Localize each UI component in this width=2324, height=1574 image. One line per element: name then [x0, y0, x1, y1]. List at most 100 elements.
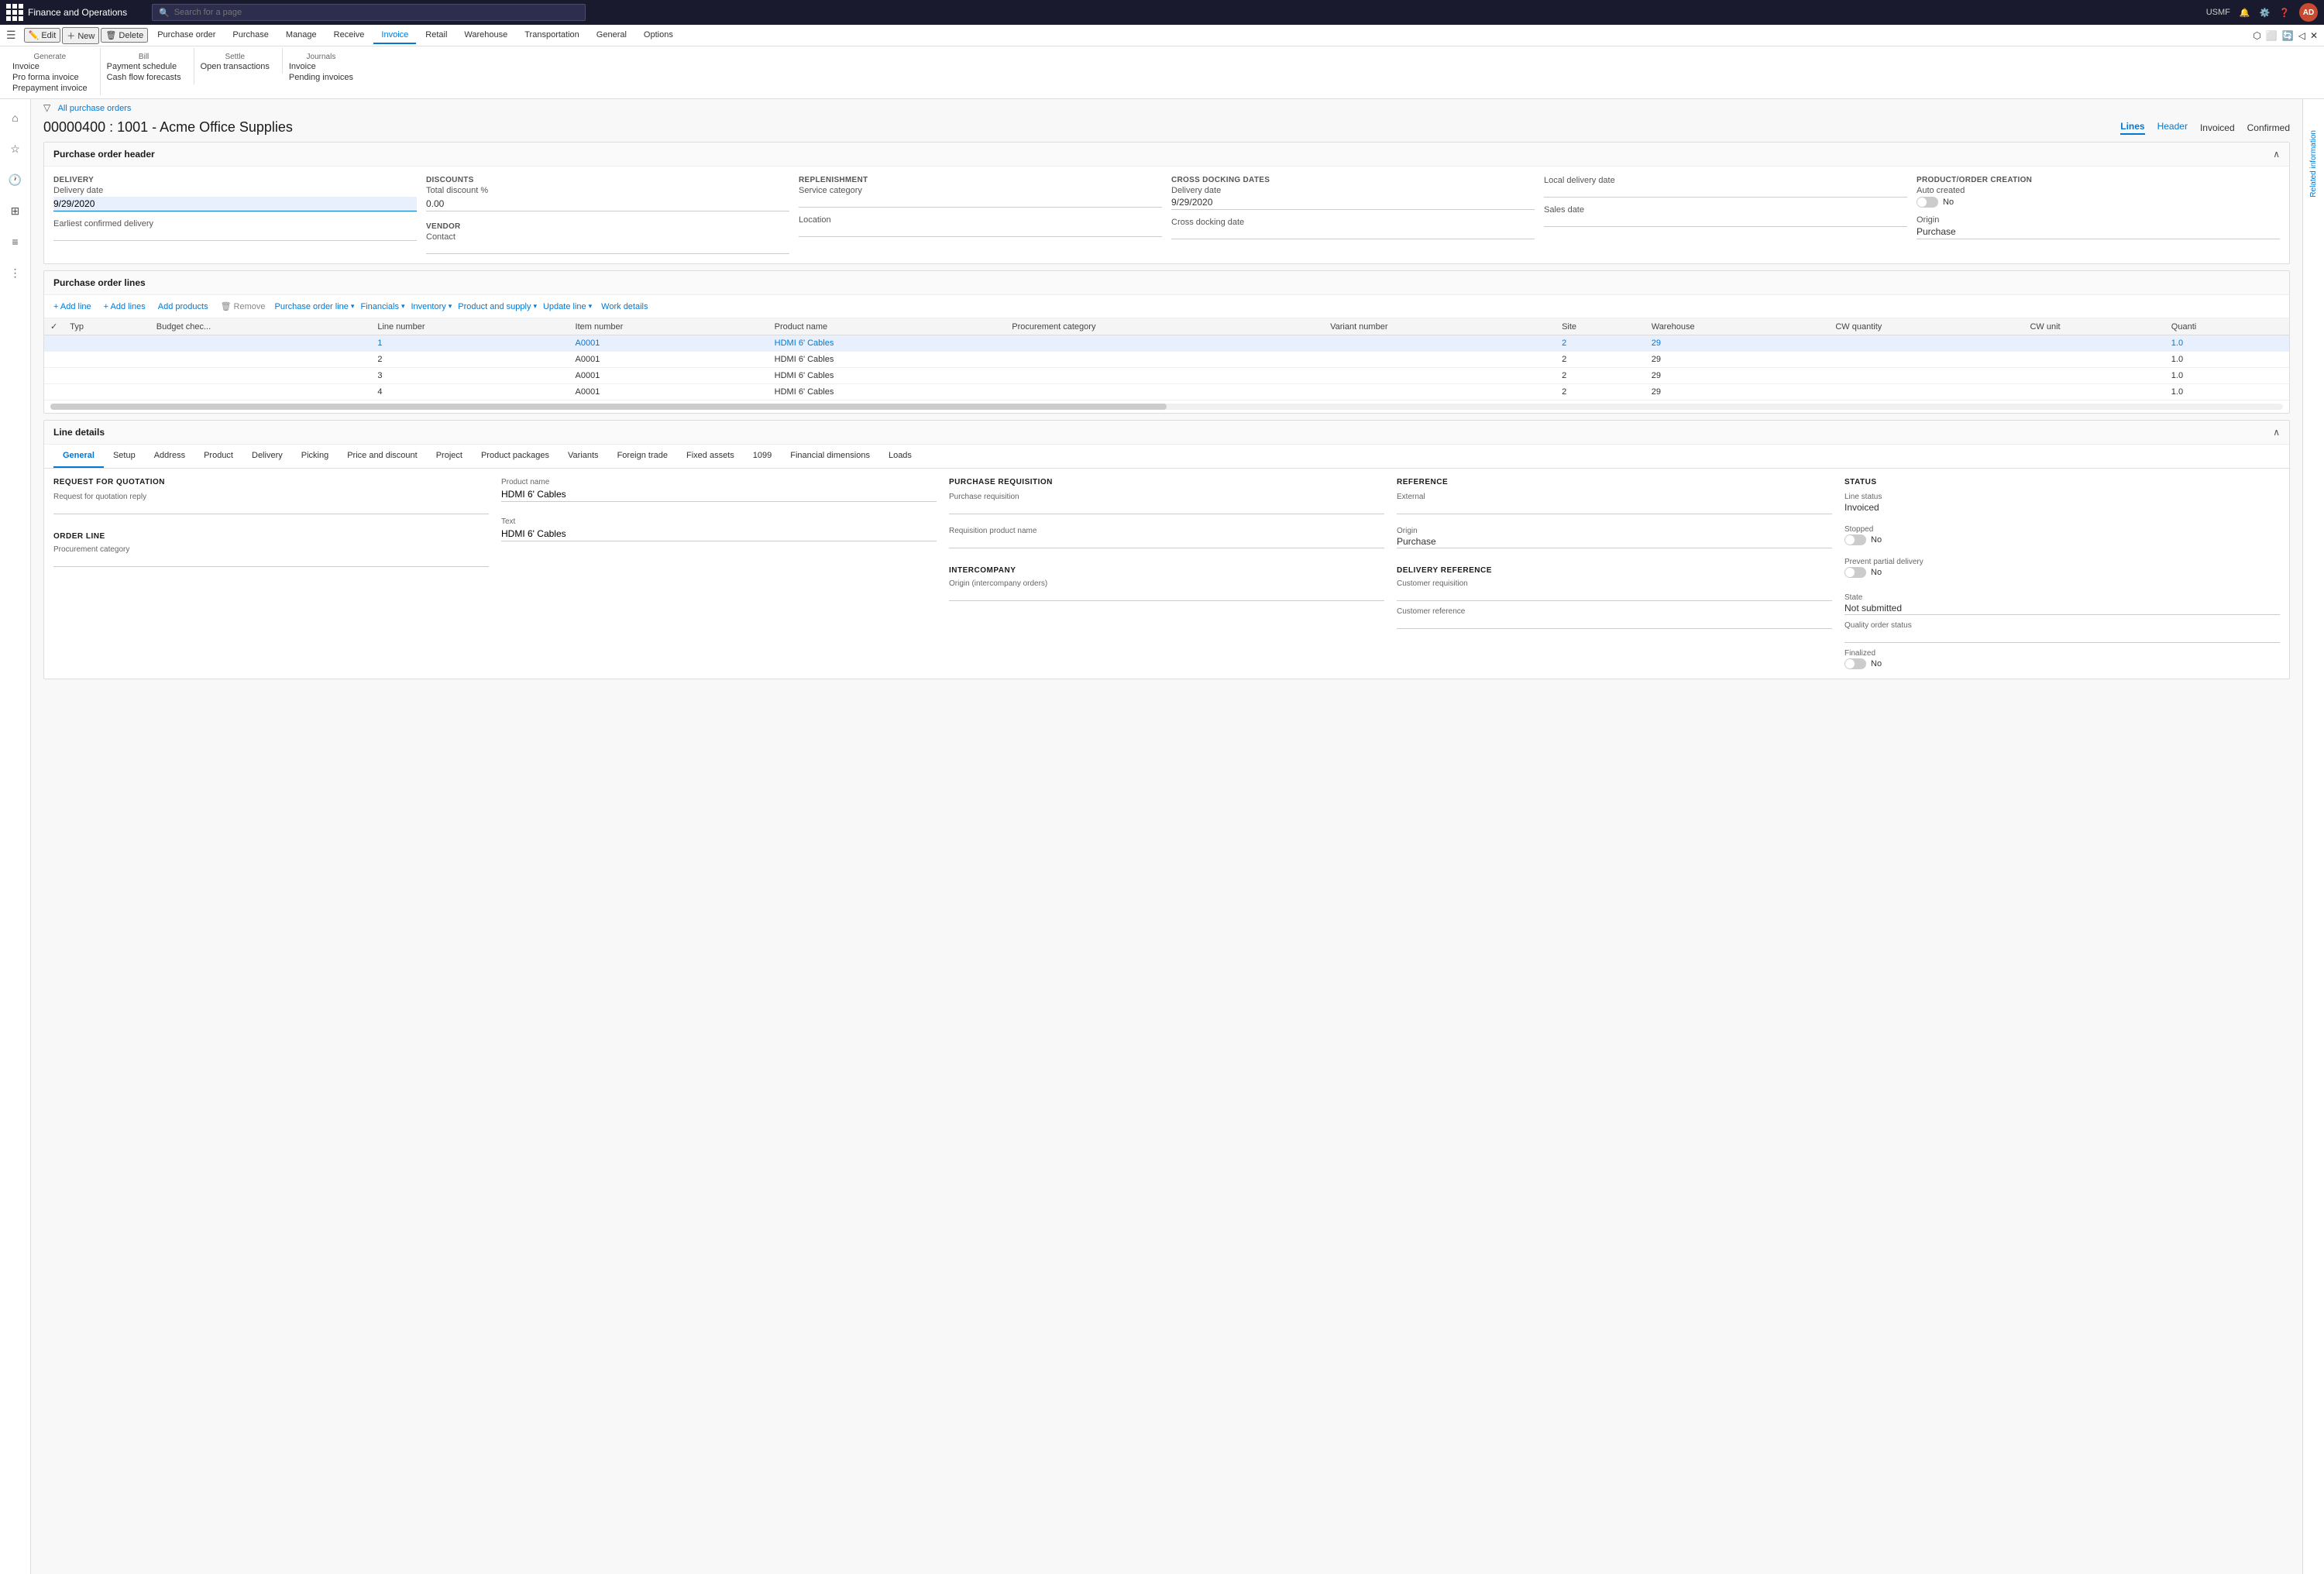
- ribbon-journal-invoice-btn[interactable]: Invoice: [286, 61, 356, 72]
- po-header-form: DELIVERY Delivery date Earliest confirme…: [44, 167, 2289, 263]
- duplicate-icon[interactable]: ⬜: [2266, 30, 2278, 41]
- update-line-dropdown[interactable]: Update line ▾: [543, 302, 592, 311]
- cd-delivery-date-value: 9/29/2020: [1171, 197, 1535, 210]
- table-row[interactable]: 1 A0001 HDMI 6' Cables 2 29 1.0: [44, 335, 2289, 352]
- tab-general[interactable]: General: [53, 445, 104, 468]
- purchase-order-line-dropdown[interactable]: Purchase order line ▾: [275, 302, 355, 311]
- state-value: Not submitted: [1844, 603, 2280, 615]
- work-details-btn[interactable]: Work details: [598, 301, 651, 313]
- row2-warehouse: 29: [1645, 352, 1830, 368]
- view-tab-lines[interactable]: Lines: [2120, 121, 2144, 135]
- line-details-section-header: Line details ∧: [44, 421, 2289, 445]
- auto-created-toggle[interactable]: [1917, 197, 1938, 208]
- row4-budget: [150, 384, 372, 400]
- row1-variant: [1324, 335, 1556, 352]
- tab-price-discount[interactable]: Price and discount: [338, 445, 427, 468]
- sidebar-icon-menu[interactable]: ⋮: [3, 260, 28, 285]
- ribbon-tab-receive[interactable]: Receive: [326, 27, 373, 44]
- grid-icon[interactable]: [6, 4, 23, 21]
- tab-address[interactable]: Address: [145, 445, 194, 468]
- product-supply-dropdown[interactable]: Product and supply ▾: [458, 302, 537, 311]
- ribbon-tab-purchase-order[interactable]: Purchase order: [150, 27, 223, 44]
- sync-icon[interactable]: 🔄: [2282, 30, 2294, 41]
- tab-picking[interactable]: Picking: [292, 445, 338, 468]
- line-details-collapse-btn[interactable]: ∧: [2273, 427, 2280, 438]
- notification-icon[interactable]: 🔔: [2240, 8, 2250, 18]
- ribbon-pro-forma-btn[interactable]: Pro forma invoice: [9, 72, 91, 83]
- origin-value: Purchase: [1917, 226, 2280, 239]
- help-icon[interactable]: ❓: [2279, 8, 2290, 18]
- ribbon-prepayment-btn[interactable]: Prepayment invoice: [9, 83, 91, 94]
- ribbon-cash-flow-btn[interactable]: Cash flow forecasts: [104, 72, 184, 83]
- tab-product[interactable]: Product: [194, 445, 242, 468]
- delivery-label: DELIVERY: [53, 176, 417, 184]
- tab-delivery[interactable]: Delivery: [242, 445, 292, 468]
- delivery-date-input[interactable]: [53, 197, 417, 211]
- ribbon-group-journals-title: Journals: [286, 53, 356, 61]
- sidebar-icon-table[interactable]: ⊞: [3, 198, 28, 223]
- ribbon-delete-btn[interactable]: 🗑 Delete: [101, 28, 148, 43]
- ribbon-invoice-btn[interactable]: Invoice: [9, 61, 91, 72]
- ribbon-tab-general[interactable]: General: [589, 27, 634, 44]
- add-lines-btn[interactable]: + Add lines: [101, 301, 149, 313]
- replenishment-label: REPLENISHMENT: [799, 176, 1162, 184]
- state-label: State: [1844, 593, 2280, 602]
- back-icon[interactable]: ◁: [2298, 30, 2305, 41]
- related-info-label[interactable]: Related information: [2309, 130, 2318, 198]
- tab-setup[interactable]: Setup: [104, 445, 145, 468]
- tab-1099[interactable]: 1099: [744, 445, 781, 468]
- financials-dropdown[interactable]: Financials ▾: [360, 302, 404, 311]
- ribbon-open-transactions-btn[interactable]: Open transactions: [198, 61, 273, 72]
- sidebar-icon-home[interactable]: ⌂: [3, 105, 28, 130]
- add-products-btn[interactable]: Add products: [155, 301, 211, 313]
- expand-icon[interactable]: ⬡: [2253, 30, 2260, 41]
- tab-product-packages[interactable]: Product packages: [472, 445, 559, 468]
- prevent-partial-toggle[interactable]: [1844, 567, 1866, 578]
- hamburger-icon[interactable]: ☰: [6, 29, 16, 42]
- add-line-btn[interactable]: + Add line: [50, 301, 95, 313]
- ribbon-payment-schedule-btn[interactable]: Payment schedule: [104, 61, 184, 72]
- ribbon-pending-invoices-btn[interactable]: Pending invoices: [286, 72, 356, 83]
- text-input[interactable]: [501, 527, 937, 541]
- breadcrumb[interactable]: All purchase orders: [58, 104, 132, 113]
- tab-loads[interactable]: Loads: [879, 445, 921, 468]
- table-scroll-horizontal[interactable]: [50, 404, 2283, 410]
- ribbon-tab-manage[interactable]: Manage: [278, 27, 325, 44]
- tab-financial-dimensions[interactable]: Financial dimensions: [781, 445, 879, 468]
- finalized-toggle[interactable]: [1844, 658, 1866, 669]
- ribbon-tab-purchase[interactable]: Purchase: [225, 27, 276, 44]
- filter-icon: ▽: [43, 102, 50, 113]
- ribbon-edit-btn[interactable]: ✏️ Edit: [24, 28, 61, 43]
- inventory-dropdown[interactable]: Inventory ▾: [411, 302, 452, 311]
- tab-fixed-assets[interactable]: Fixed assets: [677, 445, 744, 468]
- close-icon[interactable]: ✕: [2310, 30, 2318, 41]
- view-tab-header[interactable]: Header: [2157, 121, 2188, 135]
- sidebar-icon-star[interactable]: ☆: [3, 136, 28, 161]
- po-header-collapse-btn[interactable]: ∧: [2273, 149, 2280, 160]
- tab-foreign-trade[interactable]: Foreign trade: [608, 445, 677, 468]
- product-order-creation-group: PRODUCT/ORDER CREATION Auto created No O…: [1917, 176, 2280, 254]
- ldc-group-reference: REFERENCE External Origin Purchase DELIV…: [1397, 478, 1832, 669]
- ribbon-tab-options[interactable]: Options: [636, 27, 681, 44]
- sidebar-icon-clock[interactable]: 🕐: [3, 167, 28, 192]
- location-value: [799, 226, 1162, 237]
- ribbon-tab-retail[interactable]: Retail: [418, 27, 455, 44]
- table-row[interactable]: 4 A0001 HDMI 6' Cables 2 29 1.0: [44, 384, 2289, 400]
- sidebar-icon-list[interactable]: ≡: [3, 229, 28, 254]
- table-row[interactable]: 2 A0001 HDMI 6' Cables 2 29 1.0: [44, 352, 2289, 368]
- ribbon-new-btn[interactable]: ＋ New: [62, 27, 99, 44]
- tab-project[interactable]: Project: [427, 445, 472, 468]
- remove-btn[interactable]: 🗑 Remove: [218, 300, 269, 313]
- ribbon-tab-warehouse[interactable]: Warehouse: [456, 27, 515, 44]
- app-title: Finance and Operations: [28, 7, 127, 18]
- product-name-input[interactable]: [501, 487, 937, 502]
- customer-req-value: [1397, 589, 1832, 601]
- search-bar[interactable]: 🔍: [152, 4, 586, 21]
- ribbon-tab-invoice[interactable]: Invoice: [373, 27, 416, 44]
- tab-variants[interactable]: Variants: [559, 445, 608, 468]
- search-input[interactable]: [174, 8, 579, 17]
- table-row[interactable]: 3 A0001 HDMI 6' Cables 2 29 1.0: [44, 368, 2289, 384]
- ribbon-tab-transportation[interactable]: Transportation: [517, 27, 587, 44]
- settings-icon[interactable]: ⚙️: [2260, 8, 2271, 18]
- stopped-toggle[interactable]: [1844, 534, 1866, 545]
